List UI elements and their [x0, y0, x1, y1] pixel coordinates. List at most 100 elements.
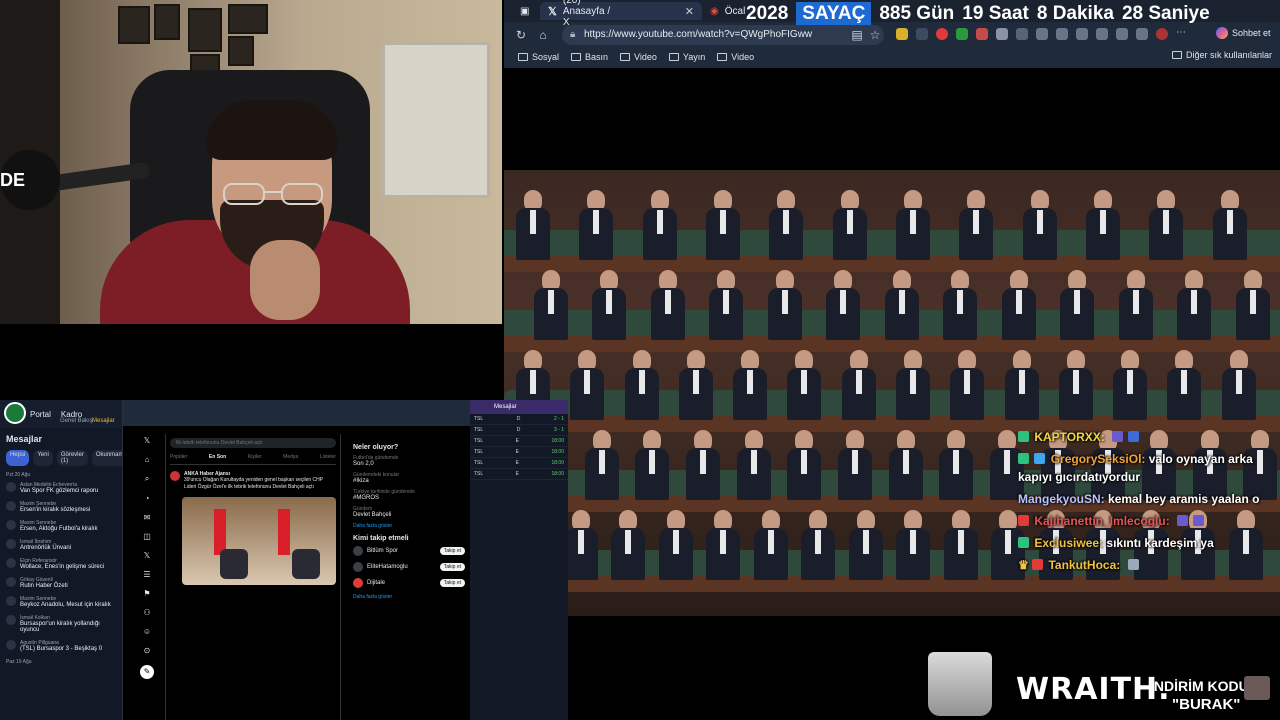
trend-name: Son 2,0 [353, 461, 374, 467]
lists-icon[interactable]: ☰ [143, 570, 150, 579]
filter-chip[interactable]: Görevler (1) [56, 450, 88, 466]
filter-chip[interactable]: Yeni [33, 450, 53, 466]
home-icon[interactable]: ⌂ [532, 28, 554, 42]
extension-icon[interactable] [976, 28, 988, 40]
refresh-icon[interactable]: ↻ [510, 28, 532, 42]
search-icon[interactable]: ⌕ [145, 474, 149, 484]
more-icon[interactable]: ⊙ [144, 646, 151, 655]
tab-x-home[interactable]: 𝕏 (20) Anasayfa / X ✕ [540, 0, 702, 28]
portal-item[interactable]: Portal [30, 410, 51, 419]
tab-people[interactable]: Kişiler [248, 454, 262, 460]
communities-icon[interactable]: ⚇ [143, 608, 150, 617]
trend-item[interactable]: Gündemdeki konular #Ikiza [353, 472, 465, 484]
fixture-venue: E [515, 471, 519, 477]
copilot-chat-button[interactable]: Sohbet et [1216, 27, 1271, 39]
tab-lists[interactable]: Listeler [320, 454, 336, 460]
extension-icon[interactable] [996, 28, 1008, 40]
sidebar-toggle[interactable]: ▣ [512, 2, 537, 20]
extension-icon[interactable] [1016, 28, 1028, 40]
bookmark-folder[interactable]: Sosyal [518, 52, 559, 62]
badge-icon [1034, 453, 1046, 464]
tab-close-icon[interactable]: ✕ [685, 5, 694, 18]
parliament-member [959, 190, 994, 260]
bookmark-folder[interactable]: Basın [571, 52, 608, 62]
tab-latest[interactable]: En Son [209, 454, 226, 460]
fixture-row[interactable]: TSL E 18:00 [470, 447, 568, 458]
trend-item[interactable]: Futbol'da gündemde Son 2,0 [353, 455, 465, 467]
folder-icon [717, 53, 728, 61]
portal-item[interactable]: Genel Bakış [60, 418, 93, 424]
message-filters: Hepsi Yeni Görevler (1) Okunmamış [6, 450, 133, 466]
notifications-icon[interactable]: ◔ [145, 494, 150, 503]
messages-title: Mesajlar [6, 434, 43, 444]
messages-icon[interactable]: ✉ [144, 513, 151, 522]
extension-icon[interactable] [916, 28, 928, 40]
collections-icon[interactable] [1076, 28, 1088, 40]
message-item[interactable]: Elçin Referansör Wollace, Enes'in gelişme… [6, 558, 116, 570]
post-button[interactable]: ✎ [140, 665, 154, 679]
filter-chip[interactable]: Hepsi [6, 450, 30, 466]
grok-icon[interactable]: ◫ [143, 532, 151, 541]
follow-button[interactable]: Takip et [439, 579, 465, 587]
trend-item[interactable]: Türkiye tarihinde gündemde #MGROS [353, 489, 465, 501]
message-item[interactable]: Agustín Pillguana (TSL) Bursaspor 3 - Beş… [6, 640, 116, 652]
wall-photo-frame [228, 4, 268, 34]
fixture-row[interactable]: TSL D 2 - 1 [470, 414, 568, 425]
message-item[interactable]: İsmail İbrahim Antrenörlük Ünvani [6, 539, 116, 551]
message-item[interactable]: Maxim Sennebe Ersen, Aktoğu Futbol'a kira… [6, 520, 116, 532]
heart-icon[interactable] [1096, 28, 1108, 40]
fixture-row[interactable]: TSL E 18:00 [470, 469, 568, 480]
url-field[interactable]: 🔒︎ https://www.youtube.com/watch?v=QWgPh… [562, 25, 884, 45]
bookmark-label: Video [731, 52, 755, 62]
fixture-row[interactable]: TSL D 3 - 1 [470, 425, 568, 436]
chat-message: MangekyouSN: kemal bey aramis yaalan o [1018, 490, 1280, 508]
profile-icon[interactable]: ☺ [143, 627, 151, 636]
tweet[interactable]: ANKA Haber Ajansı 39'uncu Olağan Kurulta… [170, 471, 336, 491]
portal-item[interactable]: Mesajlar [92, 418, 115, 424]
tab-media[interactable]: Medya [283, 454, 298, 460]
bookmark-folder[interactable]: Yayın [668, 52, 706, 62]
message-item[interactable]: Maxim Sennebe Beykoz Anadolu, Mesut için … [6, 596, 116, 608]
bookmark-folder[interactable]: Video [717, 52, 754, 62]
follow-button[interactable]: Takip et [439, 563, 465, 571]
profile-avatar[interactable] [1156, 28, 1168, 40]
more-menu-icon[interactable]: ⋯ [1176, 28, 1188, 40]
fixture-row[interactable]: TSL E 18:00 [470, 458, 568, 469]
parliament-member [838, 430, 872, 500]
follow-button[interactable]: Takip et [439, 547, 465, 555]
other-bookmarks[interactable]: Diğer sık kullanılanlar [1171, 50, 1272, 60]
fixture-score: 18:00 [551, 449, 564, 455]
parliament-member [1058, 350, 1093, 420]
extension-icon[interactable] [936, 28, 948, 40]
parliament-member [563, 510, 598, 580]
home-icon[interactable]: ⌂ [145, 455, 150, 464]
avatar [6, 520, 16, 530]
bookmark-folder[interactable]: Video [620, 52, 657, 62]
favorite-star-icon[interactable]: ☆ [864, 28, 886, 42]
x-logo-icon[interactable]: 𝕏 [144, 436, 150, 445]
extension-icon[interactable] [896, 28, 908, 40]
message-item[interactable]: Aslan Medelin Echeverría Van Spor FK gözl… [6, 482, 116, 494]
message-item[interactable]: Maxim Sennebe Ersen'in kiralık sözleşmesi [6, 501, 116, 513]
x-search-input[interactable]: İlk tebrik telefonunu Devlet Bahçeli açt… [170, 438, 336, 448]
parliament-member [801, 510, 835, 580]
bookmark-label: Yayın [682, 52, 706, 62]
fixture-row[interactable]: TSL E 18:00 [470, 436, 568, 447]
x-logo-icon[interactable]: 𝕏 [144, 551, 150, 560]
tab-popular[interactable]: Popüler [170, 454, 187, 460]
share-icon[interactable] [1136, 28, 1148, 40]
trend-item[interactable]: Gündem Devlet Bahçeli [353, 506, 465, 518]
show-more-link[interactable]: Daha fazla göster [353, 523, 465, 529]
extension-icon[interactable] [956, 28, 968, 40]
message-item[interactable]: Gökay Güvenli Rutin Haber Özeti [6, 577, 116, 589]
favorites-icon[interactable] [1056, 28, 1068, 40]
split-screen-icon[interactable] [1036, 28, 1048, 40]
emote-icon [1128, 431, 1140, 442]
show-more-link[interactable]: Daha fazla göster [353, 594, 465, 600]
tweet-image[interactable] [182, 497, 336, 585]
sponsor-thumbnail [1244, 676, 1270, 700]
bookmark-icon[interactable]: ⚑ [143, 589, 150, 598]
video-player[interactable]: anka [504, 68, 1280, 720]
message-item[interactable]: İsmail Kolkan Bursaspor'un kiralık yollan… [6, 615, 116, 633]
shield-icon[interactable] [1116, 28, 1128, 40]
